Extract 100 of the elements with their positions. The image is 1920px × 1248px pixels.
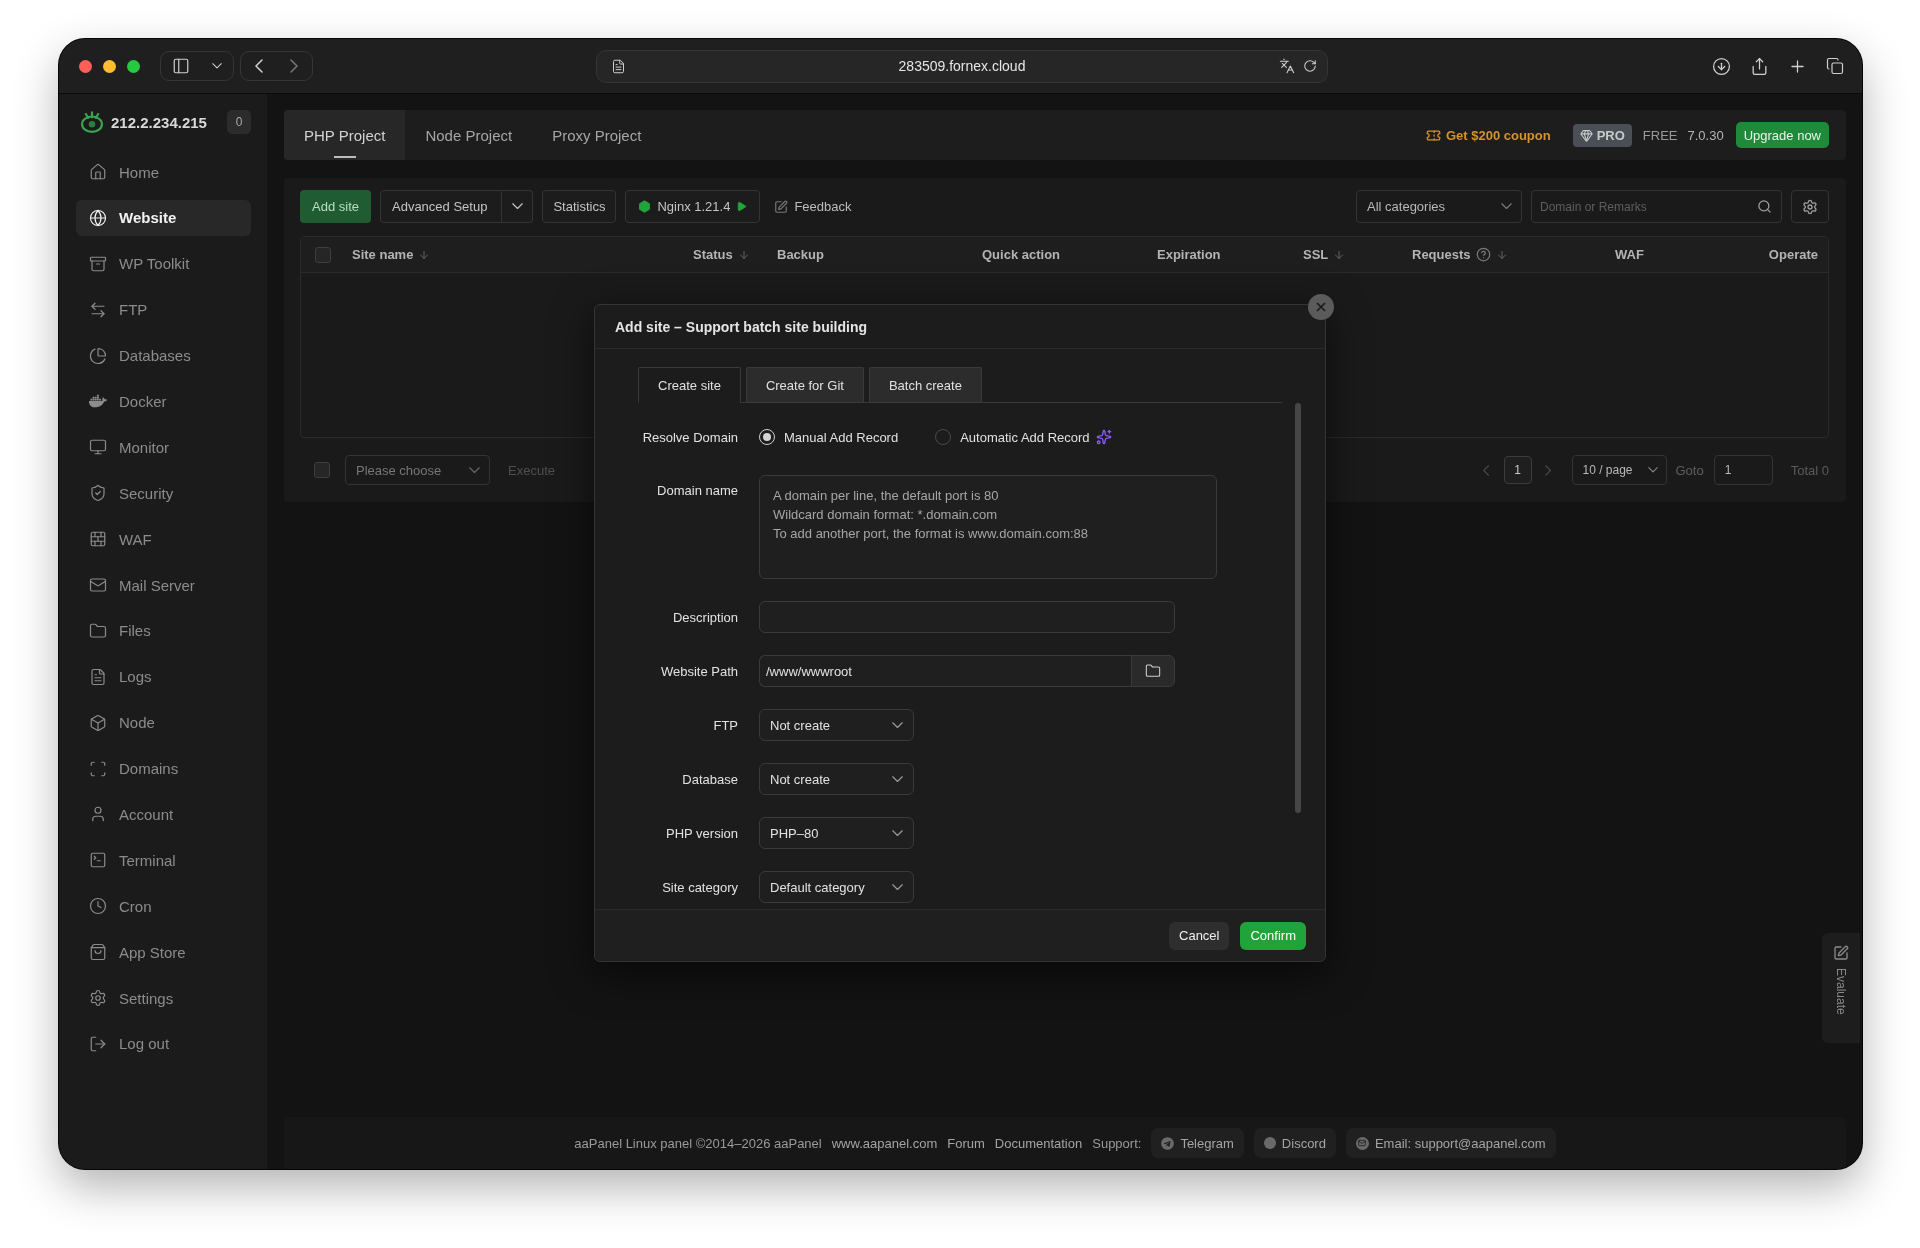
chevron-left-icon bbox=[1483, 464, 1490, 476]
download-icon[interactable] bbox=[1712, 56, 1731, 76]
sidebar-item[interactable]: Logs bbox=[76, 658, 251, 695]
category-select[interactable]: All categories bbox=[1356, 190, 1522, 223]
chevron-down-icon bbox=[892, 775, 903, 783]
page-button[interactable]: 1 bbox=[1503, 456, 1532, 484]
server-address: 212.2.234.215 bbox=[111, 113, 207, 131]
column-header[interactable]: SSL bbox=[1303, 247, 1346, 262]
scrollbar[interactable] bbox=[1295, 403, 1301, 813]
minimize-window-button[interactable] bbox=[103, 59, 116, 73]
dropdown-select[interactable]: Default category bbox=[759, 871, 914, 903]
field-label: Resolve Domain bbox=[642, 429, 738, 445]
footer-link[interactable]: Documentation bbox=[994, 1135, 1083, 1151]
reload-icon[interactable] bbox=[1302, 59, 1317, 73]
support-link[interactable]: Telegram bbox=[1151, 1128, 1244, 1158]
sidebar-item[interactable]: FTP bbox=[76, 291, 251, 328]
checkbox[interactable] bbox=[315, 246, 331, 263]
column-header[interactable]: WAF bbox=[1615, 247, 1644, 262]
feedback-link[interactable]: Feedback bbox=[772, 190, 854, 223]
footer-link[interactable]: www.aapanel.com bbox=[831, 1135, 938, 1151]
sparkle-icon bbox=[1095, 429, 1112, 445]
page-size-select[interactable]: 10 / page bbox=[1571, 455, 1667, 485]
support-link[interactable]: Email: support@aapanel.com bbox=[1345, 1128, 1556, 1158]
gem-icon bbox=[1579, 128, 1593, 142]
navigation-buttons[interactable] bbox=[240, 51, 313, 81]
sidebar-item[interactable]: Website bbox=[76, 199, 251, 236]
sidebar-item[interactable]: Log out bbox=[76, 1025, 251, 1062]
goto-input[interactable]: 1 bbox=[1713, 455, 1773, 485]
domain-textarea[interactable]: A domain per line, the default port is 80 Wildcard domain format: *.domain.com To add another port, the format is www.domain.com:88 bbox=[759, 475, 1217, 579]
project-tab[interactable]: PHP Project bbox=[284, 110, 406, 160]
search-icon bbox=[1757, 199, 1772, 214]
sidebar-item[interactable]: Terminal bbox=[76, 842, 251, 879]
advanced-setup-button[interactable]: Advanced Setup bbox=[380, 190, 503, 223]
radio-option[interactable]: Automatic Add Record bbox=[935, 429, 1112, 445]
folder-icon bbox=[89, 621, 107, 640]
pen-square-icon bbox=[774, 199, 789, 214]
batch-action-select[interactable]: Please choose bbox=[345, 455, 490, 485]
folder-button[interactable] bbox=[1131, 655, 1175, 687]
sidebar-item[interactable]: Security bbox=[76, 475, 251, 512]
pro-badge[interactable]: PRO bbox=[1572, 123, 1632, 147]
coupon-link[interactable]: Get $200 coupon bbox=[1425, 127, 1551, 143]
sidebar-item[interactable]: Home bbox=[76, 154, 251, 190]
plan-label: FREE bbox=[1642, 127, 1678, 143]
sidebar-item[interactable]: Node bbox=[76, 704, 251, 741]
sidebar-item[interactable]: WP Toolkit bbox=[76, 245, 251, 282]
shopping-bag-icon bbox=[89, 943, 107, 962]
sidebar-item[interactable]: Domains bbox=[76, 750, 251, 787]
dropdown-button[interactable] bbox=[502, 190, 534, 223]
archive-box-icon bbox=[89, 254, 107, 273]
upgrade-button[interactable]: Upgrade now bbox=[1735, 122, 1829, 148]
sidebar-toggle-button[interactable] bbox=[160, 51, 234, 81]
version-label: 7.0.30 bbox=[1687, 127, 1724, 143]
project-tab[interactable]: Node Project bbox=[405, 110, 533, 160]
checkbox[interactable] bbox=[314, 462, 330, 478]
footer-link[interactable]: Forum bbox=[947, 1135, 985, 1151]
sidebar-item[interactable]: Settings bbox=[76, 980, 251, 1017]
sidebar-item[interactable]: App Store bbox=[76, 934, 251, 971]
column-header[interactable]: Status bbox=[693, 247, 750, 262]
copyright-text: aaPanel Linux panel ©2014–2026 aaPanel bbox=[574, 1135, 822, 1151]
maximize-window-button[interactable] bbox=[127, 59, 140, 73]
address-bar[interactable]: 283509.fornex.cloud bbox=[595, 49, 1328, 83]
sidebar-item[interactable]: Cron bbox=[76, 888, 251, 925]
search-input[interactable]: Domain or Remarks bbox=[1531, 190, 1782, 223]
column-header[interactable]: Requests bbox=[1412, 247, 1508, 262]
project-tab[interactable]: Proxy Project bbox=[532, 110, 662, 160]
sidebar-item[interactable]: Account bbox=[76, 796, 251, 833]
field-label: Description bbox=[672, 609, 738, 625]
nginx-button[interactable]: Nginx 1.21.4 bbox=[625, 190, 761, 223]
sidebar-item[interactable]: WAF bbox=[76, 521, 251, 558]
sidebar-item[interactable]: Files bbox=[76, 612, 251, 649]
close-window-button[interactable] bbox=[79, 59, 92, 73]
chevron-down-icon bbox=[1647, 467, 1658, 473]
cancel-button[interactable]: Cancel bbox=[1169, 921, 1230, 950]
column-header[interactable]: Expiration bbox=[1157, 247, 1221, 262]
path-input[interactable]: /www/wwwroot bbox=[759, 655, 1131, 687]
dropdown-select[interactable]: PHP–80 bbox=[759, 817, 914, 849]
radio-option[interactable]: Manual Add Record bbox=[759, 429, 899, 445]
sidebar-item[interactable]: Docker bbox=[76, 383, 251, 420]
share-icon[interactable] bbox=[1750, 56, 1769, 76]
sidebar-item[interactable]: Monitor bbox=[76, 429, 251, 466]
dialog-tab[interactable]: Batch create bbox=[868, 367, 982, 402]
statistics-button[interactable]: Statistics bbox=[542, 190, 617, 223]
dialog-tab[interactable]: Create for Git bbox=[745, 367, 864, 402]
evaluate-tab[interactable]: Evaluate bbox=[1822, 933, 1860, 1043]
sidebar-item[interactable]: Databases bbox=[76, 337, 251, 374]
text-input[interactable] bbox=[759, 601, 1175, 633]
notification-count[interactable]: 0 bbox=[227, 110, 251, 134]
settings-button[interactable] bbox=[1791, 190, 1829, 223]
dialog-tab[interactable]: Create site bbox=[638, 367, 741, 403]
dropdown-select[interactable]: Not create bbox=[759, 709, 914, 741]
tabs-overview-icon[interactable] bbox=[1826, 57, 1844, 75]
column-header[interactable]: Quick action bbox=[982, 247, 1061, 262]
support-link[interactable]: Discord bbox=[1253, 1128, 1336, 1158]
add-site-button[interactable]: Add site bbox=[300, 190, 371, 223]
sidebar-item[interactable]: Mail Server bbox=[76, 567, 251, 603]
translate-icon[interactable] bbox=[1278, 58, 1295, 74]
column-header[interactable]: Site name bbox=[352, 247, 431, 262]
column-header[interactable]: Backup bbox=[777, 247, 824, 262]
column-header[interactable]: Operate bbox=[1768, 247, 1818, 262]
dropdown-select[interactable]: Not create bbox=[759, 763, 914, 795]
